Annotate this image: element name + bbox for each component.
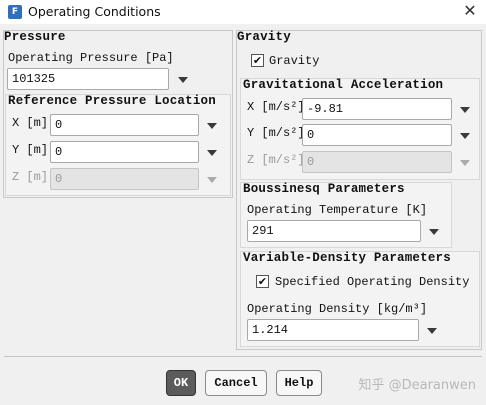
gravity-section-title: Gravity [237,30,291,44]
ref-y-input[interactable]: 0 [50,141,199,163]
specified-density-checkbox[interactable]: ✔ [256,275,269,288]
close-icon[interactable]: ✕ [458,0,482,24]
operating-density-input[interactable]: 1.214 [247,319,419,341]
operating-pressure-label: Operating Pressure [Pa] [8,51,174,65]
app-icon: F [8,5,22,19]
gravitational-acceleration-title: Gravitational Acceleration [243,78,444,92]
ref-x-label: X [m] [12,116,49,130]
gravity-checkbox[interactable]: ✔ [251,54,264,67]
operating-pressure-input[interactable]: 101325 [7,68,169,90]
ref-x-dropdown-icon[interactable] [204,118,220,134]
reference-location-title: Reference Pressure Location [8,94,216,108]
gravity-y-input[interactable]: 0 [302,124,452,146]
operating-temperature-dropdown-icon[interactable] [426,224,442,240]
gravity-y-label: Y [m/s²] [247,126,305,140]
gravity-x-dropdown-icon[interactable] [457,102,473,118]
operating-temperature-label: Operating Temperature [K] [247,203,428,217]
ref-z-label: Z [m] [12,170,49,184]
gravity-x-label: X [m/s²] [247,100,305,114]
ref-y-dropdown-icon[interactable] [204,145,220,161]
title-bar: F Operating Conditions ✕ [0,0,486,24]
gravity-z-input: 0 [302,151,452,173]
gravity-checkbox-label: Gravity [269,54,320,68]
ref-y-label: Y [m] [12,143,49,157]
operating-density-dropdown-icon[interactable] [424,323,440,339]
variable-density-title: Variable-Density Parameters [243,251,451,265]
operating-pressure-dropdown-icon[interactable] [175,72,191,88]
boussinesq-title: Boussinesq Parameters [243,182,405,196]
ok-button[interactable]: OK [166,370,196,396]
footer-divider [4,356,482,357]
operating-temperature-input[interactable]: 291 [247,220,421,242]
ref-z-dropdown-icon [204,172,220,188]
ref-z-input: 0 [50,168,199,190]
gravity-y-dropdown-icon[interactable] [457,128,473,144]
cancel-button[interactable]: Cancel [205,370,267,396]
gravity-z-label: Z [m/s²] [247,153,305,167]
ref-x-input[interactable]: 0 [50,114,199,136]
window-title: Operating Conditions [28,4,161,19]
operating-density-label: Operating Density [kg/m³] [247,302,428,316]
gravity-z-dropdown-icon [457,155,473,171]
gravity-x-input[interactable]: -9.81 [302,98,452,120]
pressure-section-title: Pressure [4,30,66,44]
watermark-text: 知乎 @Dearanwen [358,378,476,393]
specified-density-label: Specified Operating Density [275,275,470,289]
help-button[interactable]: Help [276,370,322,396]
